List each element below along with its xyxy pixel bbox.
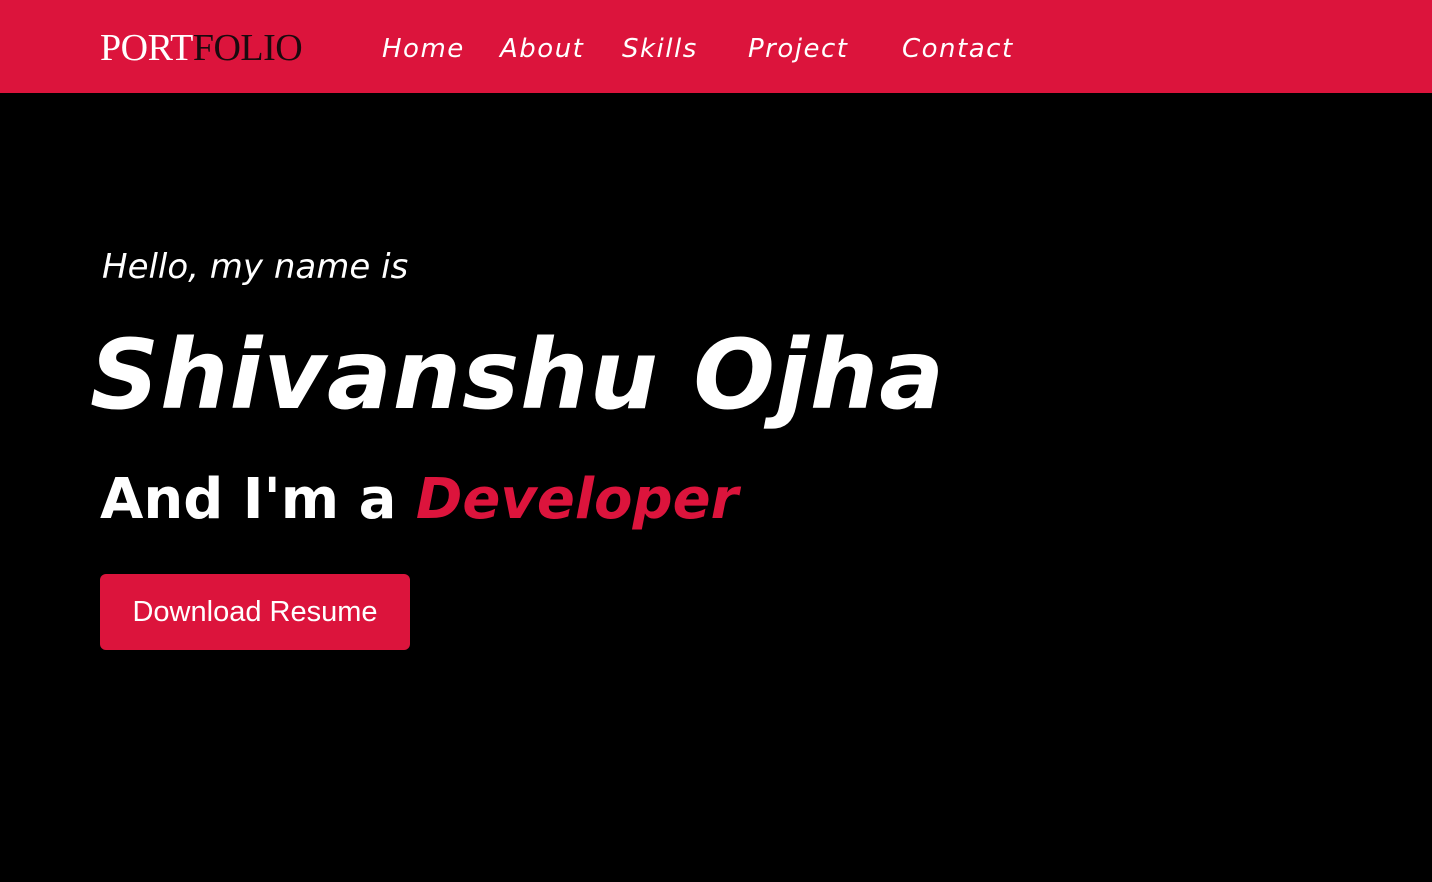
hero-role-highlight: Developer <box>415 467 739 532</box>
download-resume-button[interactable]: Download Resume <box>100 574 410 650</box>
nav-item-about: About <box>500 30 622 68</box>
nav-item-skills: Skills <box>622 30 748 68</box>
hero-role-prefix: And I'm a <box>100 467 397 532</box>
nav-link-skills[interactable]: Skills <box>622 30 714 68</box>
nav-menu: Home About Skills Project Contact <box>382 30 1020 68</box>
logo-text-folio: FOLIO <box>192 27 303 69</box>
nav-item-project: Project <box>748 30 902 68</box>
nav-link-about[interactable]: About <box>500 30 588 68</box>
nav-link-home[interactable]: Home <box>382 30 466 68</box>
hero-name: Shivanshu Ojha <box>90 319 945 431</box>
hero-role-line: And I'm a Developer <box>100 465 738 535</box>
nav-link-project[interactable]: Project <box>748 30 868 68</box>
hero-greeting: Hello, my name is <box>102 247 409 287</box>
nav-item-contact: Contact <box>902 30 1020 68</box>
logo-link[interactable]: PORTFOLIO <box>100 26 303 70</box>
top-navbar: PORTFOLIO Home About Skills Project Cont… <box>0 0 1432 93</box>
hero-section: Hello, my name is Shivanshu Ojha And I'm… <box>0 93 1432 882</box>
nav-link-contact[interactable]: Contact <box>902 30 1020 68</box>
logo-text-port: PORT <box>100 27 193 69</box>
nav-item-home: Home <box>382 30 500 68</box>
